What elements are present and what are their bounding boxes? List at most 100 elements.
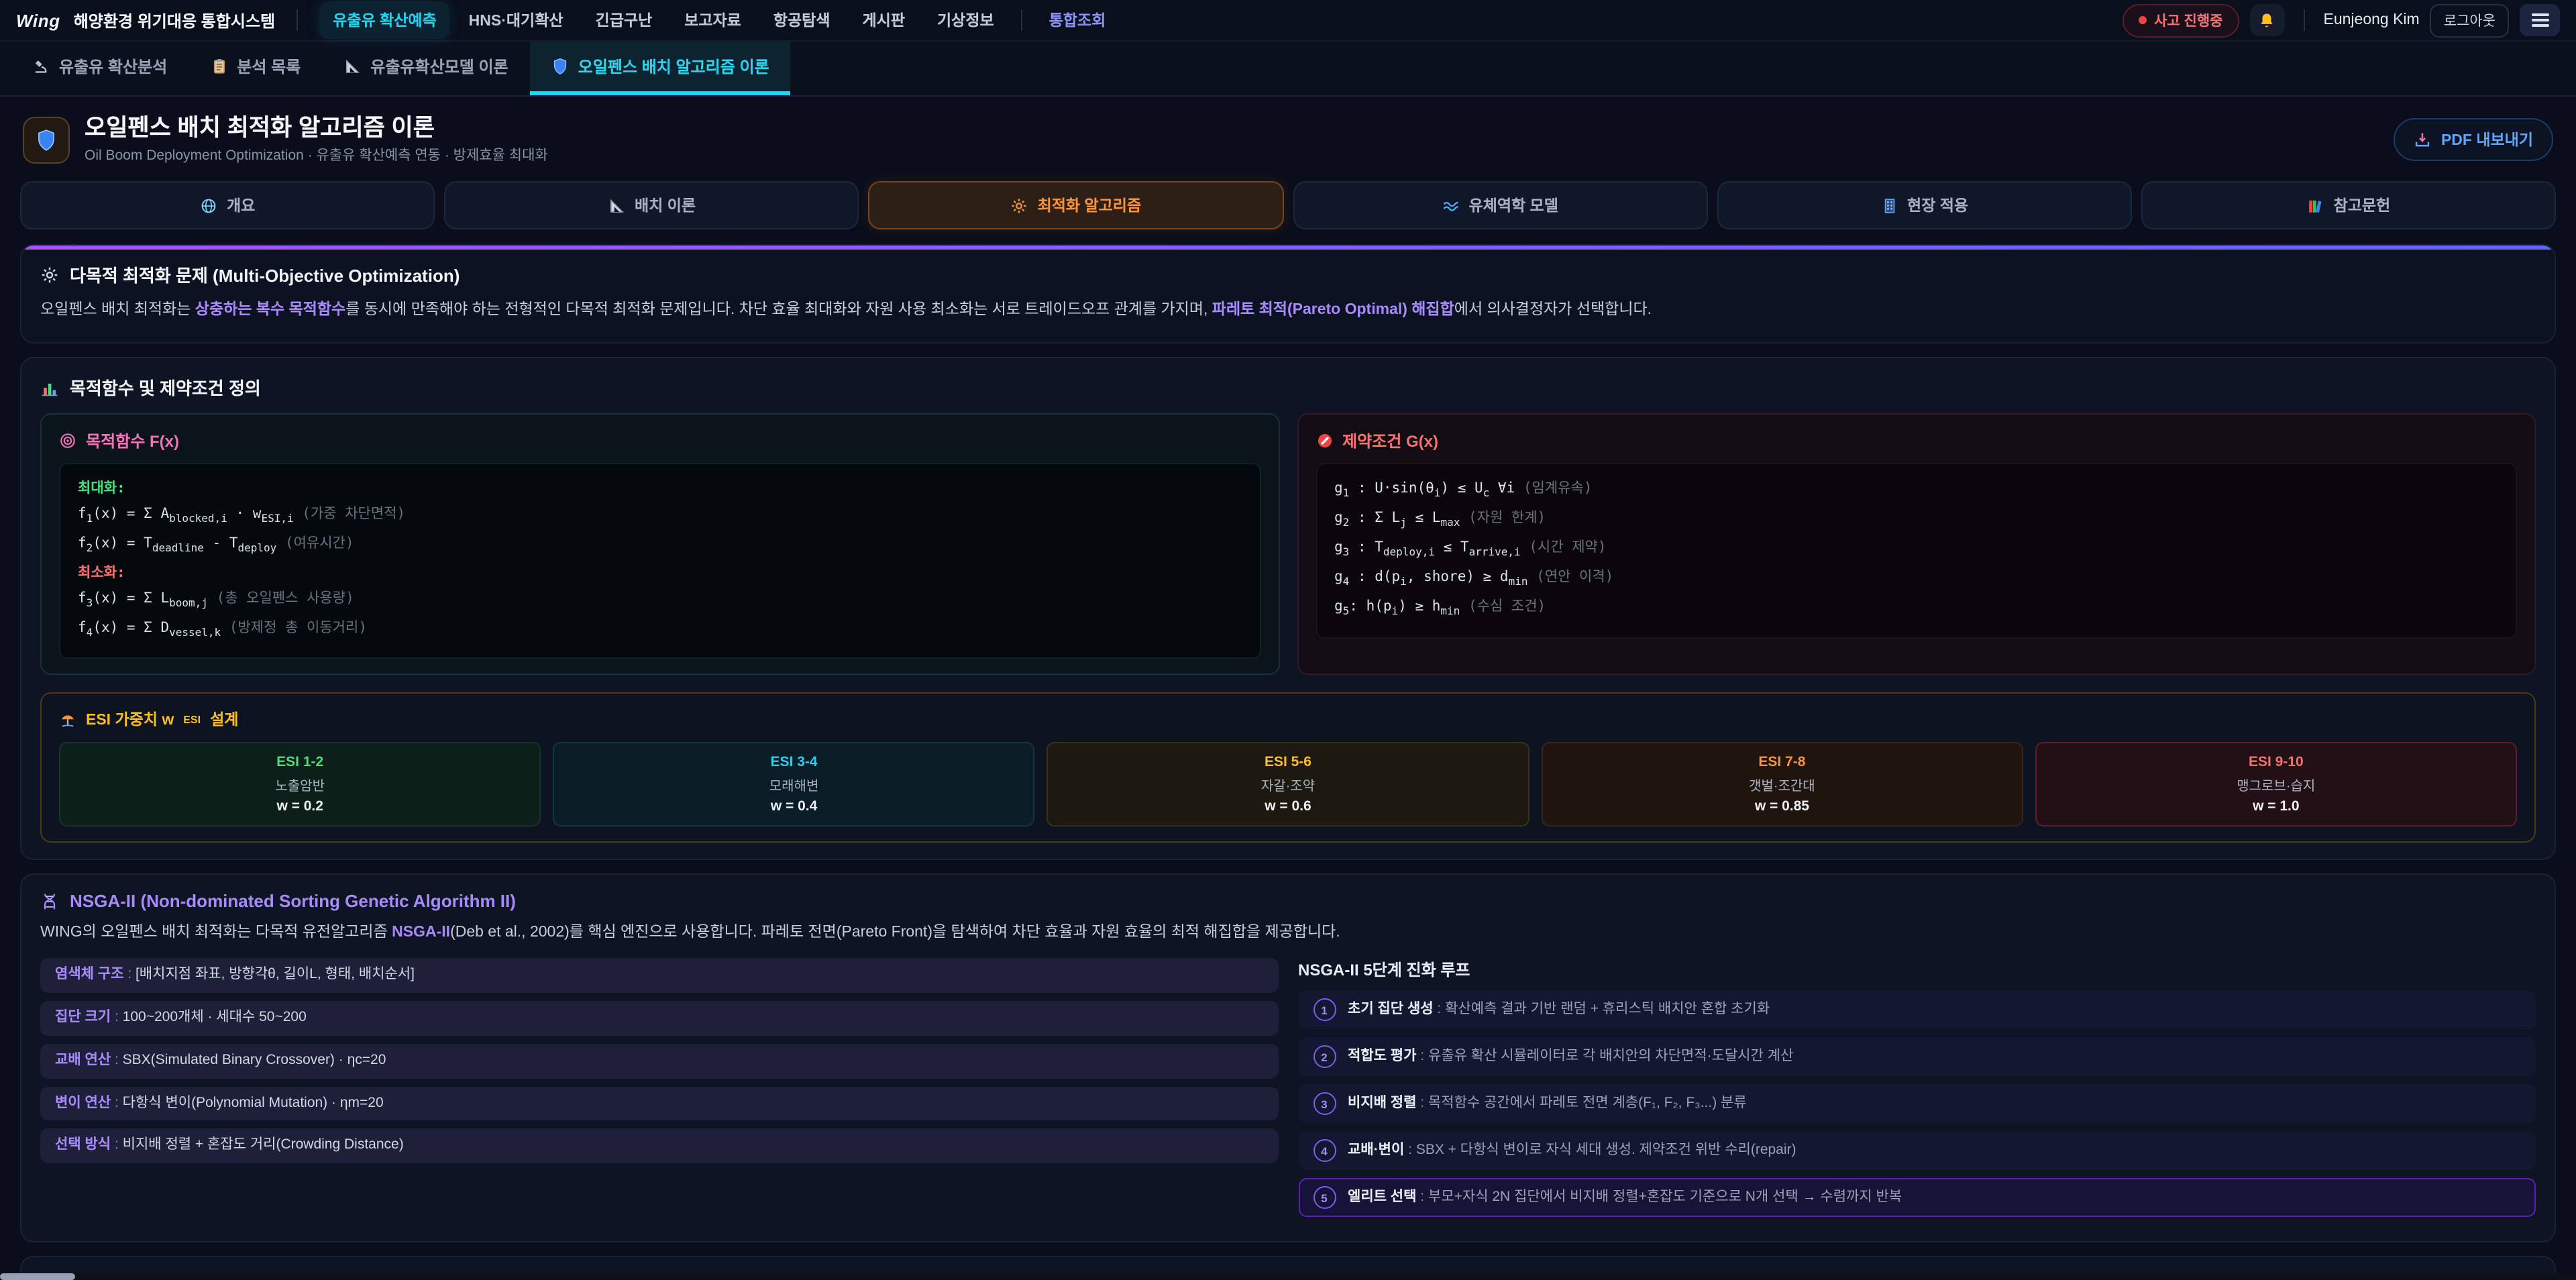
logout-button[interactable]: 로그아웃 — [2430, 3, 2509, 37]
section-title: 목적함수 및 제약조건 정의 — [40, 374, 2536, 400]
section-title-text: NSGA-II (Non-dominated Sorting Genetic A… — [70, 892, 516, 912]
esi-habitat: 갯벌·조간대 — [1550, 775, 2013, 795]
nsga-param-row: 선택 방식비지배 정렬 + 혼잡도 거리(Crowding Distance) — [40, 1129, 1278, 1164]
building-icon — [1880, 197, 1898, 214]
tab-optimization-algorithm[interactable]: 최적화 알고리즘 — [869, 181, 1283, 229]
nav-item-emergency-rescue[interactable]: 긴급구난 — [582, 1, 666, 39]
pdf-export-label: PDF 내보내기 — [2441, 129, 2533, 150]
set-square-icon — [343, 58, 361, 75]
shield-icon — [35, 128, 58, 151]
constraint-panel-title-text: 제약조건 G(x) — [1342, 429, 1438, 452]
formula-line: 최대화: — [78, 476, 1242, 502]
nav-item-integrated-search[interactable]: 통합조회 — [1036, 1, 1120, 39]
incident-status-badge: 사고 진행중 — [2122, 3, 2239, 37]
subtab-analysis-list[interactable]: 분석 목록 — [189, 42, 322, 95]
tab-overview[interactable]: 개요 — [20, 181, 435, 229]
set-square-icon — [608, 197, 625, 214]
esi-habitat: 모래해변 — [562, 775, 1025, 795]
page-subtitle: Oil Boom Deployment Optimization · 유출유 확… — [85, 145, 548, 165]
esi-title: ESI 가중치 wESI 설계 — [59, 709, 2517, 731]
subtab-label: 유출유확산모델 이론 — [370, 55, 508, 78]
user-name: Eunjeong Kim — [2324, 12, 2420, 28]
nsga-param-row: 변이 연산다항식 변이(Polynomial Mutation) · ηm=20 — [40, 1086, 1278, 1121]
target-icon — [59, 432, 76, 449]
menu-button[interactable] — [2520, 4, 2560, 36]
top-bar: Wing 해양환경 위기대응 통합시스템 유출유 확산예측 HNS·대기확산 긴… — [0, 0, 2576, 42]
main-content: 오일펜스 배치 최적화 알고리즘 이론 Oil Boom Deployment … — [0, 97, 2576, 1280]
esi-habitat: 자갈·조약 — [1057, 775, 1519, 795]
app-logo: Wing — [16, 10, 60, 30]
step-number: 2 — [1313, 1046, 1336, 1069]
nsga-param-row: 집단 크기100~200개체 · 세대수 50~200 — [40, 1001, 1278, 1036]
esi-weight: w = 0.2 — [68, 799, 531, 815]
app-title: 해양환경 위기대응 통합시스템 — [74, 9, 275, 32]
highlight-term: 상충하는 복수 목적함수 — [195, 302, 345, 318]
formula-line: g5: h(pi) ≥ hmin (수심 조건) — [1334, 595, 2498, 625]
microscope-icon — [32, 58, 50, 75]
nsga-columns: 염색체 구조[배치지점 좌표, 방향각θ, 길이L, 형태, 배치순서] 집단 … — [40, 959, 2536, 1226]
bar-chart-icon — [40, 378, 59, 396]
formula-line: 최소화: — [78, 562, 1242, 587]
step-number: 3 — [1313, 1093, 1336, 1116]
constraint-formulas: g1 : U·sin(θi) ≤ Uc ∀i (임계유속)g2 : Σ Lj ≤… — [1316, 463, 2517, 638]
nav-item-oil-spill-prediction[interactable]: 유출유 확산예측 — [319, 1, 450, 39]
nav-item-aerial-search[interactable]: 항공탐색 — [760, 1, 844, 39]
subtab-label: 유출유 확산분석 — [59, 55, 167, 78]
objective-panel: 목적함수 F(x) 최대화:f1(x) = Σ Ablocked,i · wES… — [40, 413, 1279, 676]
tab-field-application[interactable]: 현장 적용 — [1717, 181, 2131, 229]
books-icon — [2307, 197, 2324, 214]
nav-item-reports[interactable]: 보고자료 — [671, 1, 755, 39]
esi-habitat: 노출암반 — [68, 775, 531, 795]
step-number: 5 — [1313, 1187, 1336, 1210]
formula-line: g2 : Σ Lj ≤ Lmax (자원 한계) — [1334, 506, 2498, 535]
nav-item-board[interactable]: 게시판 — [849, 1, 919, 39]
esi-card-9-10: ESI 9-10 맹그로브·습지 w = 1.0 — [2035, 743, 2517, 827]
subtab-diffusion-model-theory[interactable]: 유출유확산모델 이론 — [322, 42, 529, 95]
tab-hydrodynamics-model[interactable]: 유체역학 모델 — [1293, 181, 1707, 229]
esi-range: ESI 9-10 — [2045, 755, 2508, 771]
formula-line: f3(x) = Σ Lboom,j (총 오일펜스 사용량) — [78, 587, 1242, 617]
top-bar-right: 사고 진행중 Eunjeong Kim 로그아웃 — [2122, 3, 2560, 37]
nav-item-weather-info[interactable]: 기상정보 — [924, 1, 1008, 39]
page-title: 오일펜스 배치 최적화 알고리즘 이론 — [85, 114, 548, 141]
evolution-step: 3비지배 정렬목적함수 공간에서 파레토 전면 계층(F₁, F₂, F₃...… — [1298, 1085, 2536, 1124]
download-icon — [2414, 131, 2432, 148]
tab-label: 유체역학 모델 — [1469, 195, 1558, 216]
formula-line: f4(x) = Σ Dvessel,k (방제정 총 이동거리) — [78, 617, 1242, 646]
esi-range: ESI 7-8 — [1550, 755, 2013, 771]
esi-range: ESI 1-2 — [68, 755, 531, 771]
divider — [2304, 9, 2305, 31]
clipboard-icon — [210, 58, 227, 75]
page-title-group: 오일펜스 배치 최적화 알고리즘 이론 Oil Boom Deployment … — [85, 114, 548, 165]
gear-icon — [1011, 197, 1028, 214]
formula-line: f2(x) = Tdeadline - Tdeploy (여유시간) — [78, 531, 1242, 561]
nav-item-hns-air-diffusion[interactable]: HNS·대기확산 — [455, 1, 577, 39]
tab-label: 개요 — [227, 195, 255, 216]
evolution-step: 2적합도 평가유출유 확산 시뮬레이터로 각 배치안의 차단면적·도달시간 계산 — [1298, 1038, 2536, 1077]
section-body: 오일펜스 배치 최적화는 상충하는 복수 목적함수를 동시에 만족해야 하는 전… — [40, 298, 2536, 323]
tab-references[interactable]: 참고문헌 — [2141, 181, 2556, 229]
app-window: Wing 해양환경 위기대응 통합시스템 유출유 확산예측 HNS·대기확산 긴… — [0, 0, 2576, 1280]
section-nsga2: NSGA-II (Non-dominated Sorting Genetic A… — [20, 874, 2556, 1243]
shield-icon — [551, 58, 569, 75]
subtab-label: 오일펜스 배치 알고리즘 이론 — [578, 55, 769, 78]
subtab-spill-analysis[interactable]: 유출유 확산분석 — [11, 42, 189, 95]
subtab-boom-algorithm-theory[interactable]: 오일펜스 배치 알고리즘 이론 — [530, 42, 791, 95]
main-nav: 유출유 확산예측 HNS·대기확산 긴급구난 보고자료 항공탐색 게시판 기상정… — [319, 1, 2108, 39]
nsga-evolution-loop: NSGA-II 5단계 진화 루프 1초기 집단 생성확산예측 결과 기반 랜덤… — [1298, 959, 2536, 1226]
evolution-loop-title: NSGA-II 5단계 진화 루프 — [1298, 959, 2536, 981]
constraint-panel-title: 제약조건 G(x) — [1316, 429, 2517, 452]
nsga-param-row: 교배 연산SBX(Simulated Binary Crossover) · η… — [40, 1044, 1278, 1079]
dna-icon — [40, 892, 59, 911]
tab-deployment-theory[interactable]: 배치 이론 — [444, 181, 859, 229]
formula-line: f1(x) = Σ Ablocked,i · wESI,i (가중 차단면적) — [78, 502, 1242, 531]
status-dot-icon — [2138, 16, 2146, 24]
pdf-export-button[interactable]: PDF 내보내기 — [2394, 118, 2553, 161]
evolution-step: 5엘리트 선택부모+자식 2N 집단에서 비지배 정렬+혼잡도 기준으로 N개 … — [1298, 1179, 2536, 1218]
esi-weight: w = 0.4 — [562, 799, 1025, 815]
formula-line: g3 : Tdeploy,i ≤ Tarrive,i (시간 제약) — [1334, 536, 2498, 566]
notifications-button[interactable] — [2250, 4, 2285, 36]
divider — [297, 9, 298, 31]
highlight-term: NSGA-II — [392, 925, 450, 941]
esi-card-1-2: ESI 1-2 노출암반 w = 0.2 — [59, 743, 541, 827]
